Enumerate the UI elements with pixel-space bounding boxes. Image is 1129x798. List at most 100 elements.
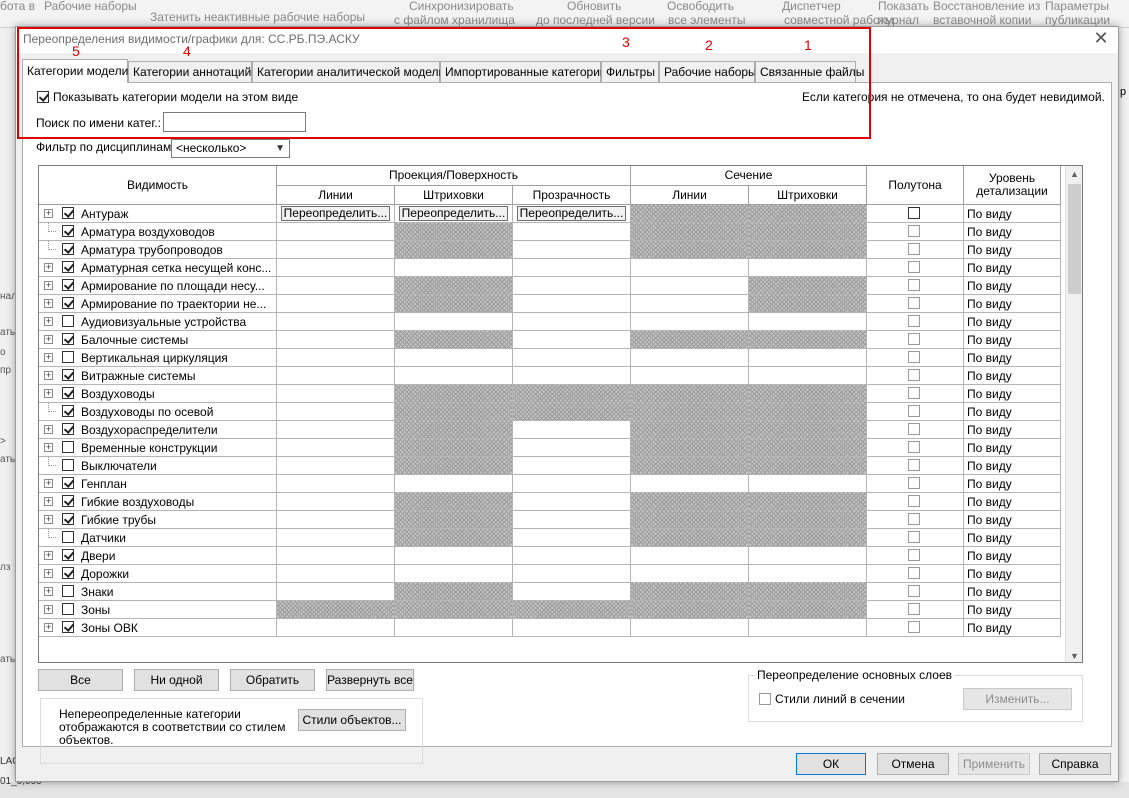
override-cell[interactable] — [277, 331, 395, 349]
tab-worksets[interactable]: Рабочие наборы — [659, 61, 757, 82]
detail-level-cell[interactable]: По виду — [964, 475, 1061, 493]
override-cell[interactable] — [395, 259, 513, 277]
override-cell[interactable] — [395, 349, 513, 367]
halftone-cell[interactable] — [867, 331, 964, 349]
override-cell[interactable] — [631, 259, 749, 277]
detail-level-cell[interactable]: По виду — [964, 403, 1061, 421]
ribbon-text[interactable]: Рабочие наборы — [44, 0, 137, 13]
expand-icon[interactable]: + — [44, 335, 53, 344]
help-button[interactable]: Справка — [1039, 753, 1111, 775]
expand-icon[interactable]: + — [44, 389, 53, 398]
show-categories-checkbox[interactable] — [37, 91, 49, 103]
override-cell[interactable] — [277, 295, 395, 313]
category-visibility-checkbox[interactable] — [62, 513, 74, 525]
halftone-checkbox[interactable] — [908, 261, 920, 273]
halftone-checkbox[interactable] — [908, 531, 920, 543]
category-visibility-checkbox[interactable] — [62, 459, 74, 471]
halftone-checkbox[interactable] — [908, 369, 920, 381]
category-cell[interactable]: + Армирование по траектории не... — [39, 295, 277, 313]
ribbon-text[interactable]: Показать — [878, 0, 929, 13]
halftone-cell[interactable] — [867, 295, 964, 313]
detail-level-cell[interactable]: По виду — [964, 457, 1061, 475]
expand-icon[interactable]: + — [44, 209, 53, 218]
table-row[interactable]: + Зоны ОВК По виду — [39, 619, 1063, 637]
override-cell[interactable] — [513, 547, 631, 565]
category-cell[interactable]: + Витражные системы — [39, 367, 277, 385]
cancel-button[interactable]: Отмена — [877, 753, 949, 775]
detail-level-cell[interactable]: По виду — [964, 493, 1061, 511]
override-button[interactable]: Переопределить... — [281, 206, 390, 221]
table-row[interactable]: Датчики По виду — [39, 529, 1063, 547]
ribbon-text[interactable]: Освободить — [667, 0, 734, 13]
override-cell[interactable] — [513, 529, 631, 547]
category-cell[interactable]: Арматура трубопроводов — [39, 241, 277, 259]
select-none-button[interactable]: Ни одной — [134, 669, 219, 691]
category-visibility-checkbox[interactable] — [62, 477, 74, 489]
override-cell[interactable] — [749, 547, 867, 565]
detail-level-cell[interactable]: По виду — [964, 241, 1061, 259]
cut-line-styles-checkbox[interactable] — [759, 693, 771, 705]
ribbon-text[interactable]: Диспетчер — [782, 0, 841, 13]
expand-icon[interactable]: + — [44, 299, 53, 308]
category-visibility-checkbox[interactable] — [62, 207, 74, 219]
override-cell[interactable] — [631, 367, 749, 385]
ribbon-text[interactable]: Восстановление из — [933, 0, 1040, 13]
tab-model-categories[interactable]: Категории модели — [22, 59, 128, 83]
detail-level-cell[interactable]: По виду — [964, 619, 1061, 637]
table-row[interactable]: + Гибкие воздуховоды По виду — [39, 493, 1063, 511]
detail-level-cell[interactable]: По виду — [964, 223, 1061, 241]
override-cell[interactable] — [513, 367, 631, 385]
detail-level-cell[interactable]: По виду — [964, 583, 1061, 601]
category-visibility-checkbox[interactable] — [62, 387, 74, 399]
override-cell[interactable]: Переопределить... — [513, 205, 631, 223]
override-cell[interactable] — [631, 565, 749, 583]
category-visibility-checkbox[interactable] — [62, 531, 74, 543]
expand-icon[interactable]: + — [44, 317, 53, 326]
override-cell[interactable] — [513, 475, 631, 493]
halftone-cell[interactable] — [867, 529, 964, 547]
scroll-down-icon[interactable]: ▼ — [1070, 651, 1079, 661]
detail-level-cell[interactable]: По виду — [964, 367, 1061, 385]
category-cell[interactable]: + Вертикальная циркуляция — [39, 349, 277, 367]
halftone-checkbox[interactable] — [908, 333, 920, 345]
halftone-checkbox[interactable] — [908, 423, 920, 435]
override-cell[interactable] — [277, 493, 395, 511]
override-cell[interactable] — [749, 313, 867, 331]
override-cell[interactable] — [513, 619, 631, 637]
table-row[interactable]: Арматура воздуховодов По виду — [39, 223, 1063, 241]
detail-level-cell[interactable]: По виду — [964, 313, 1061, 331]
override-cell[interactable] — [749, 349, 867, 367]
halftone-cell[interactable] — [867, 349, 964, 367]
category-cell[interactable]: + Гибкие воздуховоды — [39, 493, 277, 511]
category-visibility-checkbox[interactable] — [62, 441, 74, 453]
category-cell[interactable]: Арматура воздуховодов — [39, 223, 277, 241]
halftone-checkbox[interactable] — [908, 567, 920, 579]
category-cell[interactable]: + Воздуховоды — [39, 385, 277, 403]
override-cell[interactable] — [631, 547, 749, 565]
halftone-cell[interactable] — [867, 277, 964, 295]
override-cell[interactable] — [513, 259, 631, 277]
halftone-checkbox[interactable] — [908, 477, 920, 489]
edit-button[interactable]: Изменить... — [963, 688, 1072, 710]
invert-button[interactable]: Обратить — [230, 669, 315, 691]
halftone-cell[interactable] — [867, 403, 964, 421]
select-all-button[interactable]: Все — [38, 669, 123, 691]
category-cell[interactable]: + Знаки — [39, 583, 277, 601]
tab-linked-files[interactable]: Связанные файлы — [755, 61, 864, 82]
halftone-cell[interactable] — [867, 475, 964, 493]
table-row[interactable]: + Вертикальная циркуляция По виду — [39, 349, 1063, 367]
override-cell[interactable] — [277, 583, 395, 601]
halftone-cell[interactable] — [867, 421, 964, 439]
override-button[interactable]: Переопределить... — [517, 206, 626, 221]
halftone-checkbox[interactable] — [908, 513, 920, 525]
detail-level-cell[interactable]: По виду — [964, 277, 1061, 295]
expand-icon[interactable]: + — [44, 425, 53, 434]
table-row[interactable]: + Антураж Переопределить... Переопределить.… — [39, 205, 1063, 223]
override-button[interactable]: Переопределить... — [399, 206, 508, 221]
override-cell[interactable] — [277, 223, 395, 241]
detail-level-cell[interactable]: По виду — [964, 511, 1061, 529]
ribbon-text[interactable]: Затенить неактивные рабочие наборы — [150, 11, 365, 24]
detail-level-cell[interactable]: По виду — [964, 295, 1061, 313]
category-visibility-checkbox[interactable] — [62, 567, 74, 579]
table-row[interactable]: + Зоны По виду — [39, 601, 1063, 619]
